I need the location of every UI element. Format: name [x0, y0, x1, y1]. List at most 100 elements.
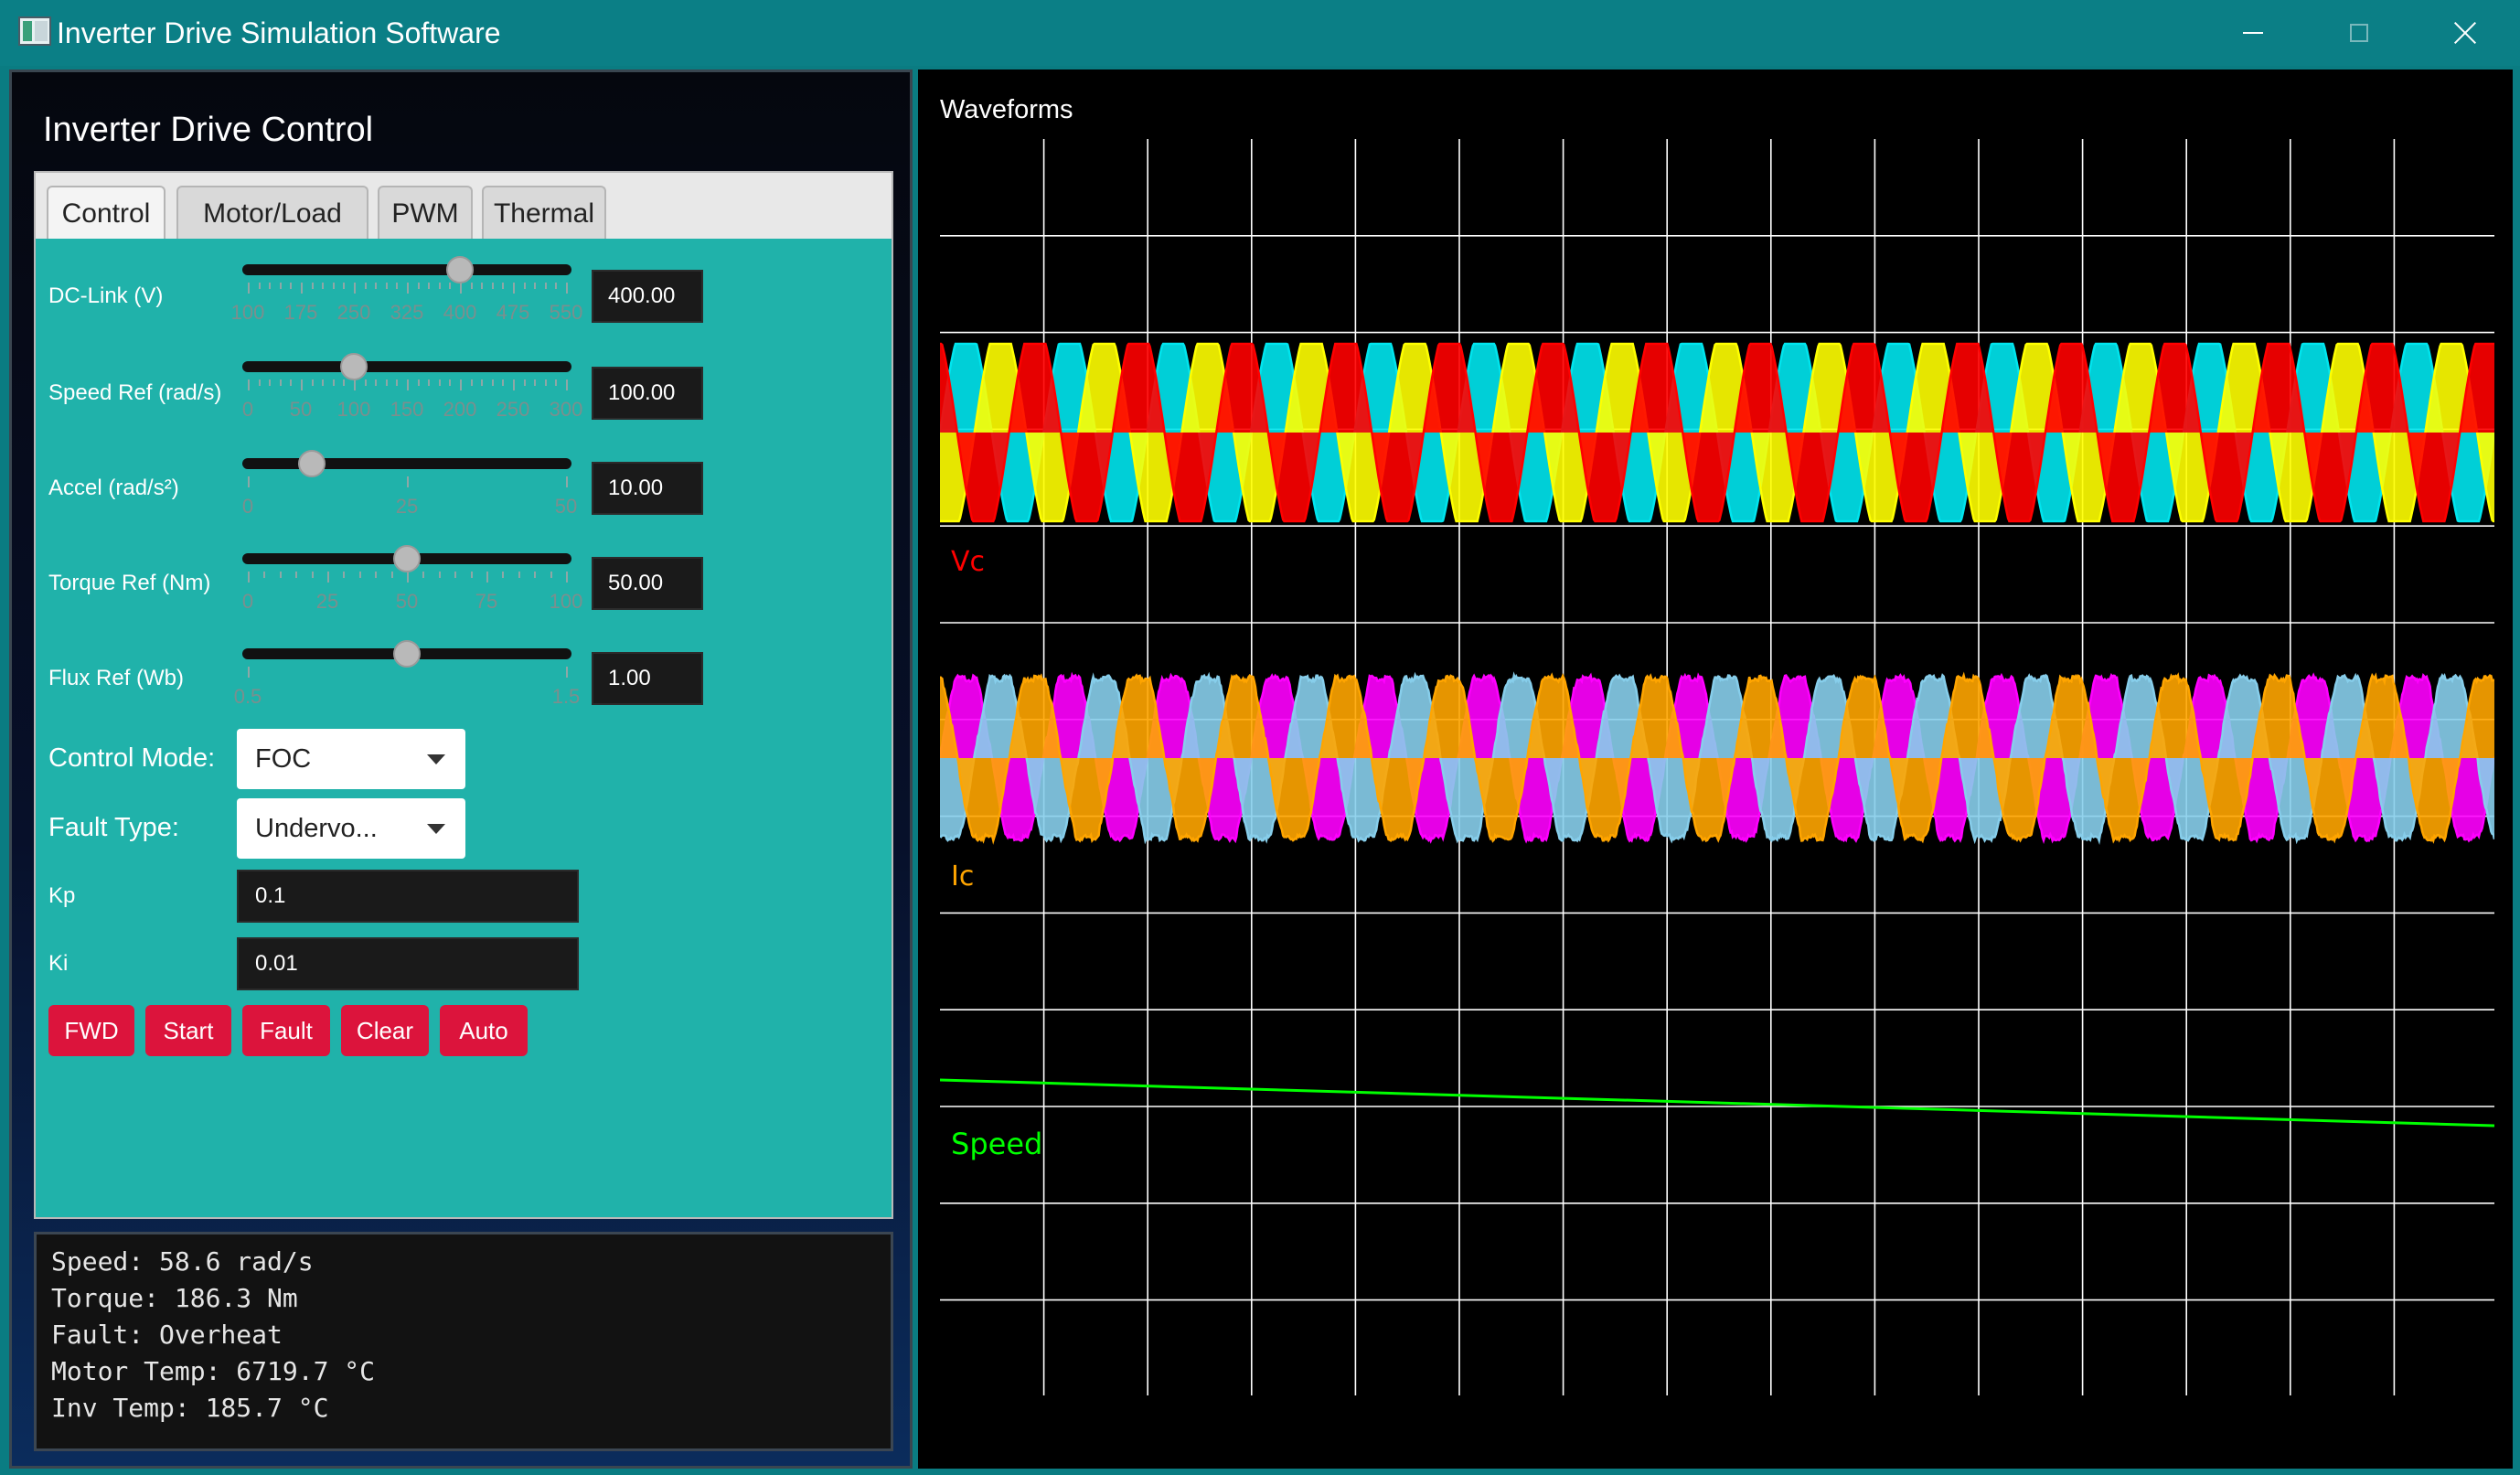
- flux-ref-slider[interactable]: 0.5 1.5: [36, 640, 584, 712]
- slider-tick: [417, 379, 420, 386]
- ki-label: Ki: [48, 951, 69, 976]
- minimize-button[interactable]: [2200, 0, 2306, 66]
- slider-tick: [438, 572, 441, 578]
- flux-ref-value[interactable]: 1.00: [592, 652, 703, 705]
- slider-thumb[interactable]: [446, 256, 474, 283]
- slider-tick: [566, 379, 568, 390]
- torque-ref-value[interactable]: 50.00: [592, 557, 703, 610]
- title-bar: Inverter Drive Simulation Software: [0, 0, 2520, 66]
- tab-control[interactable]: Control: [47, 186, 166, 242]
- fault-type-value: Undervo...: [255, 814, 378, 843]
- slider-tick: [428, 283, 431, 289]
- accel-slider[interactable]: 0 25 50: [36, 450, 584, 522]
- kp-input[interactable]: 0.1: [237, 870, 579, 923]
- slider-tick: [449, 379, 452, 386]
- slider-tick: [502, 379, 505, 386]
- slider-tick: [555, 379, 558, 386]
- torque-ref-slider[interactable]: 0 25 50 75 100: [36, 545, 584, 617]
- window-title: Inverter Drive Simulation Software: [57, 16, 501, 49]
- slider-track[interactable]: [242, 458, 571, 469]
- ki-input[interactable]: 0.01: [237, 937, 579, 990]
- slider-thumb[interactable]: [297, 450, 326, 477]
- slider-tick-label: 550: [549, 301, 583, 324]
- slider-tick: [311, 572, 314, 578]
- slider-tick: [269, 379, 272, 386]
- slider-tick: [407, 379, 409, 390]
- slider-tick: [295, 572, 298, 578]
- slider-tick-label: 75: [475, 590, 498, 613]
- slider-track[interactable]: [242, 361, 571, 372]
- chevron-down-icon: [427, 754, 445, 764]
- control-tab-content: DC-Link (V) 100 175 250 325 400 475 550 400.00…: [36, 239, 892, 1217]
- auto-button[interactable]: Auto: [440, 1005, 528, 1056]
- close-button[interactable]: [2412, 0, 2518, 66]
- slider-tick: [375, 379, 378, 386]
- vc-label: Vc: [951, 546, 985, 578]
- tab-motor-load[interactable]: Motor/Load: [176, 186, 368, 239]
- tab-pwm[interactable]: PWM: [378, 186, 473, 239]
- slider-tick: [364, 283, 367, 289]
- accel-value[interactable]: 10.00: [592, 462, 703, 515]
- slider-tick: [290, 283, 293, 289]
- slider-tick: [269, 283, 272, 289]
- dc-link-value[interactable]: 400.00: [592, 270, 703, 323]
- slider-tick: [555, 283, 558, 289]
- kp-label: Kp: [48, 883, 76, 908]
- slider-tick: [566, 667, 568, 678]
- speed-ref-value[interactable]: 100.00: [592, 367, 703, 420]
- fault-button[interactable]: Fault: [242, 1005, 330, 1056]
- slider-tick: [322, 379, 325, 386]
- slider-ticks: [36, 572, 584, 586]
- slider-tick: [385, 379, 388, 386]
- slider-thumb[interactable]: [393, 545, 421, 572]
- waveforms-title: Waveforms: [940, 95, 1073, 124]
- slider-tick: [523, 283, 526, 289]
- slider-thumb[interactable]: [393, 640, 421, 668]
- fwd-button[interactable]: FWD: [48, 1005, 134, 1056]
- slider-tick-label: 150: [390, 398, 424, 421]
- slider-tick: [428, 379, 431, 386]
- slider-tick: [534, 572, 537, 578]
- slider-tick: [354, 379, 356, 390]
- slider-tick-label: 0: [241, 398, 254, 421]
- tab-thermal[interactable]: Thermal: [482, 186, 606, 239]
- slider-tick: [311, 379, 314, 386]
- control-panel: Inverter Drive Control Control Motor/Loa…: [9, 69, 913, 1469]
- control-mode-select[interactable]: FOC: [237, 729, 465, 789]
- slider-tick: [327, 572, 329, 583]
- maximize-button[interactable]: [2306, 0, 2412, 66]
- slider-tick: [263, 572, 266, 578]
- slider-tick: [407, 476, 409, 487]
- slider-tick-label: 300: [549, 398, 583, 421]
- dc-link-slider[interactable]: 100 175 250 325 400 475 550: [36, 256, 584, 328]
- fault-type-select[interactable]: Undervo...: [237, 798, 465, 859]
- slider-thumb[interactable]: [340, 353, 368, 380]
- chevron-down-icon: [427, 824, 445, 834]
- slider-tick: [544, 283, 547, 289]
- slider-ticks: [36, 667, 584, 681]
- clear-button[interactable]: Clear: [341, 1005, 429, 1056]
- slider-tick-label: 200: [443, 398, 477, 421]
- slider-tick: [375, 572, 378, 578]
- slider-tick: [534, 379, 537, 386]
- slider-tick: [375, 283, 378, 289]
- speed-ref-slider[interactable]: 0 50 100 150 200 250 300: [36, 353, 584, 425]
- panel-title: Inverter Drive Control: [43, 111, 374, 149]
- slider-tick: [470, 572, 473, 578]
- slider-tick-label: 100: [230, 301, 265, 324]
- slider-tick: [486, 572, 488, 583]
- slider-tick-label: 0: [241, 495, 254, 518]
- slider-tick: [491, 379, 494, 386]
- slider-tick-label: 475: [496, 301, 530, 324]
- slider-tick: [502, 572, 505, 578]
- slider-tick-label: 100: [336, 398, 371, 421]
- slider-tick: [248, 476, 250, 487]
- slider-tick: [518, 572, 520, 578]
- slider-tick-label: 1.5: [551, 685, 581, 708]
- slider-tick: [513, 379, 515, 390]
- slider-tick: [407, 283, 409, 294]
- slider-track[interactable]: [242, 264, 571, 275]
- slider-tick: [322, 283, 325, 289]
- status-fault: Fault: Overheat: [51, 1320, 283, 1350]
- start-button[interactable]: Start: [145, 1005, 231, 1056]
